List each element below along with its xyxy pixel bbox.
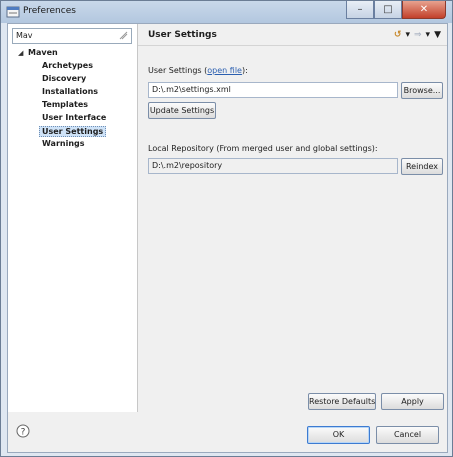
reindex-button[interactable]: Reindex [401,158,443,175]
page-navigation: ↺ ▾ ⇒ ▾ ▼ [394,30,441,40]
title-bar: Preferences – □ ✕ [1,1,452,23]
title-separator [138,45,447,46]
tree-item-archetypes[interactable]: Archetypes [42,61,93,73]
tree-item-label: Archetypes [42,61,93,70]
maximize-icon: □ [383,4,393,15]
tree-item-label: Maven [28,48,58,57]
browse-button[interactable]: Browse... [401,82,443,99]
preferences-icon [6,6,20,18]
preference-tree-pane: Mav ◢ Maven Archetypes Discovery Install… [8,24,138,412]
local-repository-value: D:\.m2\repository [152,161,223,170]
minimize-icon: – [357,4,363,15]
apply-button[interactable]: Apply [381,393,444,410]
tree-item-label: User Settings [39,126,107,137]
back-dropdown-icon[interactable]: ▾ [405,30,410,40]
tree-item-maven[interactable]: Maven [28,48,58,60]
open-file-link[interactable]: open file [207,66,242,75]
local-repository-label: Local Repository (From merged user and g… [148,144,378,153]
collapse-maven-icon[interactable]: ◢ [18,49,23,57]
close-button[interactable]: ✕ [402,1,446,19]
dialog-body: Mav ◢ Maven Archetypes Discovery Install… [7,23,448,453]
tree-item-discovery[interactable]: Discovery [42,74,86,86]
filter-input[interactable]: Mav [12,28,132,44]
maximize-button[interactable]: □ [374,1,402,19]
user-settings-value: D:\.m2\settings.xml [152,85,231,94]
user-settings-field[interactable]: D:\.m2\settings.xml [148,82,398,98]
view-menu-icon[interactable]: ▼ [434,30,441,40]
user-settings-label: User Settings (open file): [148,66,248,75]
local-repository-field: D:\.m2\repository [148,158,398,174]
tree-item-user-interface[interactable]: User Interface [42,113,106,125]
preferences-window: Preferences – □ ✕ Mav ◢ Maven Archetypes… [0,0,453,457]
tree-item-label: User Interface [42,113,107,122]
tree-item-templates[interactable]: Templates [42,100,88,112]
ok-button[interactable]: OK [307,426,370,444]
page-title: User Settings [148,30,217,40]
forward-arrow-icon[interactable]: ⇒ [414,30,422,40]
svg-text:?: ? [21,428,26,438]
close-icon: ✕ [419,4,429,15]
cancel-button[interactable]: Cancel [376,426,439,444]
clear-filter-icon[interactable] [119,31,128,40]
tree-item-label: Warnings [42,139,85,148]
settings-page: User Settings ↺ ▾ ⇒ ▾ ▼ User Settings (o… [138,24,447,412]
user-settings-label-text: User Settings ( [148,66,208,75]
tree-item-user-settings[interactable]: User Settings [39,126,107,138]
tree-item-label: Templates [42,100,89,109]
back-arrow-icon[interactable]: ↺ [394,30,402,40]
tree-item-installations[interactable]: Installations [42,87,98,99]
tree-item-label: Installations [42,87,99,96]
filter-text: Mav [16,31,33,40]
forward-dropdown-icon[interactable]: ▾ [426,30,431,40]
update-settings-button[interactable]: Update Settings [148,102,216,119]
minimize-button[interactable]: – [346,1,374,19]
user-settings-label-end: ): [241,66,248,75]
tree-item-warnings[interactable]: Warnings [42,139,85,151]
window-title: Preferences [23,6,76,16]
restore-defaults-button[interactable]: Restore Defaults [308,393,376,410]
help-icon[interactable]: ? [16,424,30,438]
tree-item-label: Discovery [42,74,87,83]
